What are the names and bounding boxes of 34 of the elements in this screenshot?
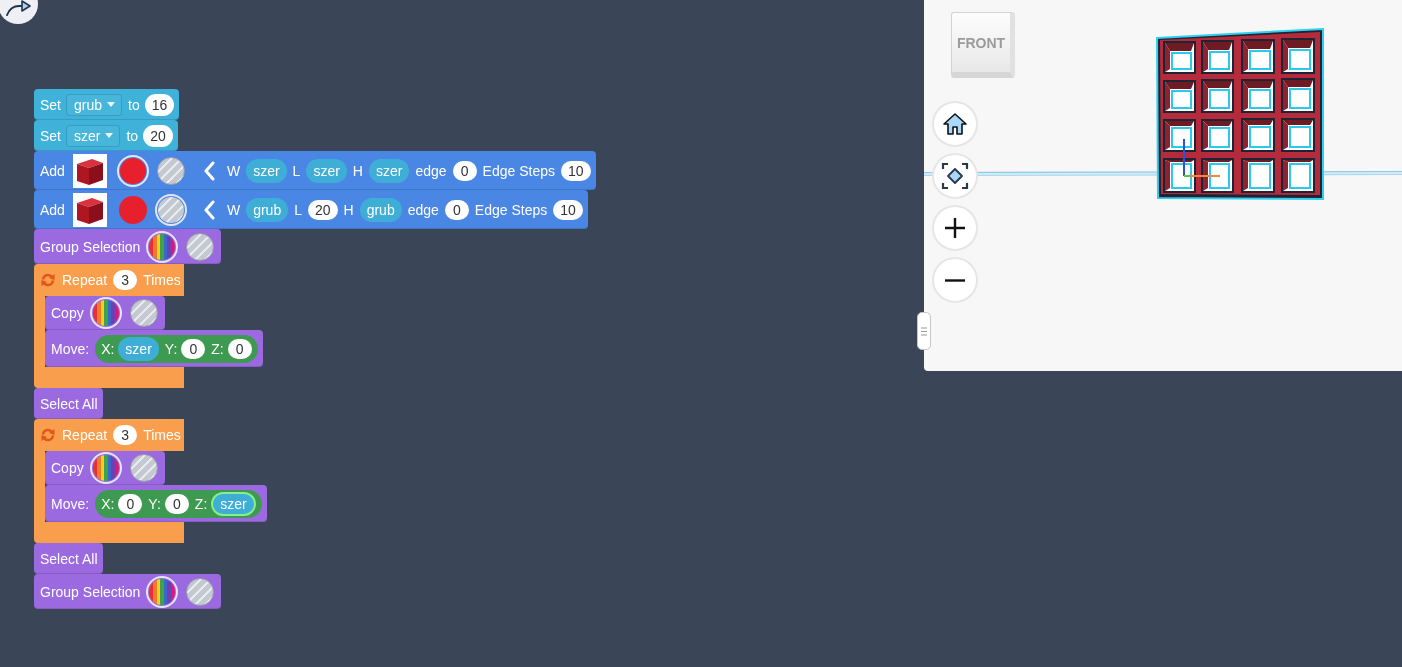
- block-label: Select All: [40, 395, 98, 412]
- parameter-label: H: [352, 162, 363, 179]
- parameter-label: Y:: [164, 340, 178, 357]
- parameter-label: X:: [101, 495, 115, 512]
- parameter-label: Y:: [148, 495, 161, 512]
- block-label: Add: [40, 201, 65, 218]
- block-label: Copy: [51, 460, 84, 476]
- parameter-label: W: [226, 201, 241, 218]
- parameter-label: Z:: [211, 340, 224, 357]
- parameter-label: Edge Steps: [482, 162, 555, 179]
- block-label: Times: [143, 272, 181, 288]
- block-label: Set: [40, 96, 61, 113]
- parameter-label: X:: [101, 340, 115, 357]
- block-label: Select All: [40, 550, 98, 567]
- block-label: Repeat: [62, 272, 108, 288]
- parameter-label: Edge Steps: [474, 201, 548, 218]
- block-label: to: [126, 127, 139, 144]
- parameter-label: edge: [415, 162, 447, 179]
- block-label: Set: [40, 127, 61, 144]
- parameter-label: L: [292, 162, 301, 179]
- parameter-label: H: [343, 201, 354, 218]
- parameter-label: W: [226, 162, 241, 179]
- block-label: Repeat: [62, 427, 108, 443]
- block-label: Move:: [51, 495, 90, 512]
- block-label: Times: [143, 427, 181, 443]
- block-label: Move:: [51, 340, 90, 357]
- block-label: Group Selection: [40, 238, 141, 255]
- block-label: Copy: [51, 305, 84, 321]
- block-label: Group Selection: [40, 583, 141, 600]
- parameter-label: L: [294, 201, 302, 218]
- block-label: to: [128, 96, 140, 113]
- parameter-label: edge: [407, 201, 439, 218]
- parameter-label: Z:: [194, 495, 208, 512]
- block-label: Add: [40, 162, 65, 179]
